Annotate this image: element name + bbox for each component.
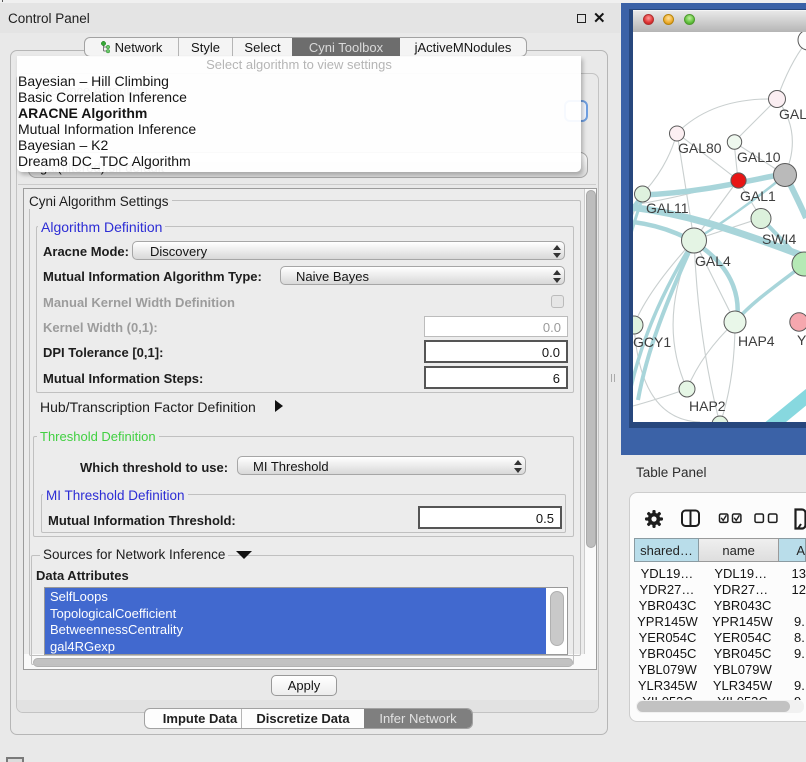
svg-text:GCY1: GCY1 xyxy=(633,334,671,350)
svg-text:GAL: GAL xyxy=(779,106,806,122)
svg-text:GAL80: GAL80 xyxy=(678,140,722,156)
svg-text:Y: Y xyxy=(797,332,806,348)
svg-text:GAL10: GAL10 xyxy=(737,149,781,165)
svg-text:HAP4: HAP4 xyxy=(738,333,775,349)
svg-text:SWI4: SWI4 xyxy=(762,231,796,247)
svg-text:GAL4: GAL4 xyxy=(695,253,731,269)
svg-text:GAL1: GAL1 xyxy=(740,188,776,204)
svg-text:HAP2: HAP2 xyxy=(689,398,726,414)
svg-text:GAL11: GAL11 xyxy=(646,200,689,216)
